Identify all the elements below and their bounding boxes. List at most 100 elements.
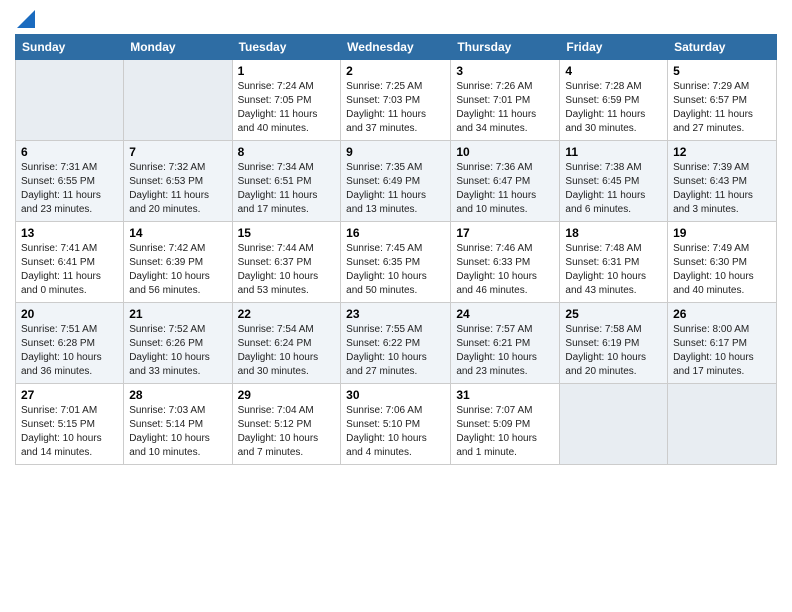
day-number: 14: [129, 226, 226, 240]
day-of-week-header: Friday: [560, 35, 668, 60]
calendar-cell: 23 Sunrise: 7:55 AM Sunset: 6:22 PM Dayli…: [341, 303, 451, 384]
calendar-week-row: 20 Sunrise: 7:51 AM Sunset: 6:28 PM Dayli…: [16, 303, 777, 384]
cell-details: Sunrise: 7:26 AM Sunset: 7:01 PM Dayligh…: [456, 81, 536, 134]
cell-details: Sunrise: 7:48 AM Sunset: 6:31 PM Dayligh…: [565, 243, 646, 296]
calendar-table: SundayMondayTuesdayWednesdayThursdayFrid…: [15, 34, 777, 465]
calendar-cell: 15 Sunrise: 7:44 AM Sunset: 6:37 PM Dayli…: [232, 222, 341, 303]
cell-details: Sunrise: 7:04 AM Sunset: 5:12 PM Dayligh…: [238, 405, 319, 458]
calendar-cell: [124, 60, 232, 141]
cell-details: Sunrise: 7:51 AM Sunset: 6:28 PM Dayligh…: [21, 324, 102, 377]
calendar-cell: 1Sunrise: 7:24 AM Sunset: 7:05 PM Daylig…: [232, 60, 341, 141]
cell-details: Sunrise: 7:38 AM Sunset: 6:45 PM Dayligh…: [565, 162, 645, 215]
day-number: 23: [346, 307, 445, 321]
day-number: 21: [129, 307, 226, 321]
day-number: 15: [238, 226, 336, 240]
day-number: 25: [565, 307, 662, 321]
day-of-week-header: Wednesday: [341, 35, 451, 60]
cell-details: Sunrise: 7:01 AM Sunset: 5:15 PM Dayligh…: [21, 405, 102, 458]
calendar-cell: 9 Sunrise: 7:35 AM Sunset: 6:49 PM Daylig…: [341, 141, 451, 222]
day-number: 5: [673, 64, 771, 78]
cell-details: Sunrise: 7:55 AM Sunset: 6:22 PM Dayligh…: [346, 324, 427, 377]
day-of-week-header: Sunday: [16, 35, 124, 60]
calendar-cell: [560, 384, 668, 465]
day-number: 4: [565, 64, 662, 78]
logo-triangle-icon: [17, 10, 35, 28]
page: SundayMondayTuesdayWednesdayThursdayFrid…: [0, 0, 792, 480]
cell-details: Sunrise: 7:34 AM Sunset: 6:51 PM Dayligh…: [238, 162, 318, 215]
day-number: 17: [456, 226, 554, 240]
day-number: 12: [673, 145, 771, 159]
day-number: 2: [346, 64, 445, 78]
cell-details: Sunrise: 7:41 AM Sunset: 6:41 PM Dayligh…: [21, 243, 101, 296]
calendar-cell: 2 Sunrise: 7:25 AM Sunset: 7:03 PM Daylig…: [341, 60, 451, 141]
day-number: 29: [238, 388, 336, 402]
calendar-cell: 6 Sunrise: 7:31 AM Sunset: 6:55 PM Daylig…: [16, 141, 124, 222]
day-number: 16: [346, 226, 445, 240]
cell-details: Sunrise: 7:49 AM Sunset: 6:30 PM Dayligh…: [673, 243, 754, 296]
calendar-cell: 22 Sunrise: 7:54 AM Sunset: 6:24 PM Dayli…: [232, 303, 341, 384]
day-number: 18: [565, 226, 662, 240]
calendar-week-row: 13 Sunrise: 7:41 AM Sunset: 6:41 PM Dayli…: [16, 222, 777, 303]
calendar-cell: 11 Sunrise: 7:38 AM Sunset: 6:45 PM Dayli…: [560, 141, 668, 222]
calendar-cell: 17 Sunrise: 7:46 AM Sunset: 6:33 PM Dayli…: [451, 222, 560, 303]
calendar-cell: [16, 60, 124, 141]
day-number: 28: [129, 388, 226, 402]
day-number: 1: [238, 64, 336, 78]
cell-details: Sunrise: 7:25 AM Sunset: 7:03 PM Dayligh…: [346, 81, 426, 134]
calendar-cell: 26Sunrise: 8:00 AM Sunset: 6:17 PM Dayli…: [668, 303, 777, 384]
calendar-cell: 27 Sunrise: 7:01 AM Sunset: 5:15 PM Dayli…: [16, 384, 124, 465]
day-header-row: SundayMondayTuesdayWednesdayThursdayFrid…: [16, 35, 777, 60]
day-number: 6: [21, 145, 118, 159]
day-number: 27: [21, 388, 118, 402]
day-number: 19: [673, 226, 771, 240]
day-number: 11: [565, 145, 662, 159]
day-of-week-header: Saturday: [668, 35, 777, 60]
cell-details: Sunrise: 7:35 AM Sunset: 6:49 PM Dayligh…: [346, 162, 426, 215]
cell-details: Sunrise: 7:39 AM Sunset: 6:43 PM Dayligh…: [673, 162, 753, 215]
calendar-week-row: 6 Sunrise: 7:31 AM Sunset: 6:55 PM Daylig…: [16, 141, 777, 222]
calendar-cell: 21 Sunrise: 7:52 AM Sunset: 6:26 PM Dayli…: [124, 303, 232, 384]
cell-details: Sunrise: 7:46 AM Sunset: 6:33 PM Dayligh…: [456, 243, 537, 296]
day-number: 31: [456, 388, 554, 402]
calendar-cell: 18 Sunrise: 7:48 AM Sunset: 6:31 PM Dayli…: [560, 222, 668, 303]
day-of-week-header: Thursday: [451, 35, 560, 60]
cell-details: Sunrise: 7:44 AM Sunset: 6:37 PM Dayligh…: [238, 243, 319, 296]
cell-details: Sunrise: 7:07 AM Sunset: 5:09 PM Dayligh…: [456, 405, 537, 458]
cell-details: Sunrise: 7:54 AM Sunset: 6:24 PM Dayligh…: [238, 324, 319, 377]
calendar-cell: 20 Sunrise: 7:51 AM Sunset: 6:28 PM Dayli…: [16, 303, 124, 384]
cell-details: Sunrise: 7:52 AM Sunset: 6:26 PM Dayligh…: [129, 324, 210, 377]
calendar-cell: 3 Sunrise: 7:26 AM Sunset: 7:01 PM Daylig…: [451, 60, 560, 141]
day-number: 3: [456, 64, 554, 78]
cell-details: Sunrise: 7:06 AM Sunset: 5:10 PM Dayligh…: [346, 405, 427, 458]
calendar-cell: 19 Sunrise: 7:49 AM Sunset: 6:30 PM Dayli…: [668, 222, 777, 303]
calendar-cell: 14Sunrise: 7:42 AM Sunset: 6:39 PM Dayli…: [124, 222, 232, 303]
day-number: 30: [346, 388, 445, 402]
cell-details: Sunrise: 7:29 AM Sunset: 6:57 PM Dayligh…: [673, 81, 753, 134]
day-number: 26: [673, 307, 771, 321]
day-number: 20: [21, 307, 118, 321]
logo: [15, 10, 35, 28]
calendar-cell: 24Sunrise: 7:57 AM Sunset: 6:21 PM Dayli…: [451, 303, 560, 384]
cell-details: Sunrise: 7:57 AM Sunset: 6:21 PM Dayligh…: [456, 324, 537, 377]
day-of-week-header: Monday: [124, 35, 232, 60]
calendar-cell: 13 Sunrise: 7:41 AM Sunset: 6:41 PM Dayli…: [16, 222, 124, 303]
calendar-cell: 25 Sunrise: 7:58 AM Sunset: 6:19 PM Dayli…: [560, 303, 668, 384]
cell-details: Sunrise: 7:31 AM Sunset: 6:55 PM Dayligh…: [21, 162, 101, 215]
day-number: 13: [21, 226, 118, 240]
day-number: 9: [346, 145, 445, 159]
calendar-cell: 29 Sunrise: 7:04 AM Sunset: 5:12 PM Dayli…: [232, 384, 341, 465]
calendar-week-row: 27 Sunrise: 7:01 AM Sunset: 5:15 PM Dayli…: [16, 384, 777, 465]
calendar-cell: 5 Sunrise: 7:29 AM Sunset: 6:57 PM Daylig…: [668, 60, 777, 141]
header: [15, 10, 777, 28]
calendar-cell: 12 Sunrise: 7:39 AM Sunset: 6:43 PM Dayli…: [668, 141, 777, 222]
cell-details: Sunrise: 7:28 AM Sunset: 6:59 PM Dayligh…: [565, 81, 645, 134]
day-number: 22: [238, 307, 336, 321]
cell-details: Sunrise: 7:58 AM Sunset: 6:19 PM Dayligh…: [565, 324, 646, 377]
calendar-cell: 7Sunrise: 7:32 AM Sunset: 6:53 PM Daylig…: [124, 141, 232, 222]
calendar-cell: 8Sunrise: 7:34 AM Sunset: 6:51 PM Daylig…: [232, 141, 341, 222]
day-of-week-header: Tuesday: [232, 35, 341, 60]
day-number: 10: [456, 145, 554, 159]
day-number: 7: [129, 145, 226, 159]
calendar-cell: 30 Sunrise: 7:06 AM Sunset: 5:10 PM Dayli…: [341, 384, 451, 465]
calendar-cell: 28Sunrise: 7:03 AM Sunset: 5:14 PM Dayli…: [124, 384, 232, 465]
